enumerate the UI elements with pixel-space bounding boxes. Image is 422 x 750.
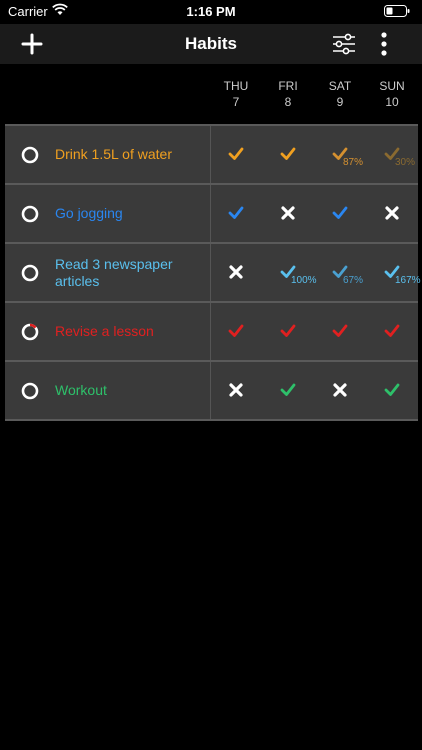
day-cell[interactable] (210, 244, 262, 301)
habit-row[interactable]: Go jogging (5, 185, 418, 244)
check-icon (280, 324, 296, 337)
cross-icon (333, 383, 347, 397)
cross-icon (385, 206, 399, 220)
habits-table: Drink 1.5L of water 87% 30% Go jogging Read … (5, 124, 421, 421)
habit-progress-ring-icon (21, 323, 39, 341)
habit-row[interactable]: Read 3 newspaper articles 100% 67% 167% (5, 244, 421, 303)
more-vertical-icon (381, 32, 387, 56)
day-cell[interactable]: 30% (366, 126, 418, 183)
day-header-thu: THU 7 (223, 79, 249, 109)
day-cell[interactable]: 100% (262, 244, 317, 301)
day-cell[interactable] (366, 185, 418, 242)
habit-progress-ring-icon (21, 146, 39, 164)
status-time: 1:16 PM (186, 4, 236, 19)
check-icon (228, 324, 244, 337)
battery-icon (384, 5, 410, 17)
habit-progress-ring-icon (21, 205, 39, 223)
day-cell[interactable] (366, 303, 418, 360)
page-title: Habits (185, 34, 237, 53)
habit-name: Go jogging (55, 205, 123, 221)
nav-bar: Habits (0, 24, 422, 64)
check-icon (228, 206, 244, 219)
day-cell[interactable] (210, 126, 262, 183)
check-icon (280, 147, 296, 160)
more-options-button[interactable] (374, 30, 394, 58)
status-bar: Carrier 1:16 PM (0, 0, 422, 24)
day-cell[interactable] (314, 185, 366, 242)
completion-percent: 30% (395, 157, 416, 168)
completion-percent: 100% (291, 275, 317, 286)
check-icon (332, 206, 348, 219)
check-icon (384, 383, 400, 396)
habit-name: Workout (55, 382, 107, 398)
day-cell[interactable]: 87% (314, 126, 366, 183)
day-cell[interactable] (262, 362, 314, 419)
day-cell[interactable] (210, 185, 262, 242)
habit-progress-ring-icon (21, 264, 39, 282)
day-cell[interactable] (262, 303, 314, 360)
day-header-sat: SAT 9 (328, 79, 352, 109)
day-cell[interactable] (366, 362, 418, 419)
completion-percent: 87% (343, 157, 364, 168)
day-cell[interactable] (262, 126, 314, 183)
habit-row[interactable]: Drink 1.5L of water 87% 30% (5, 124, 418, 185)
day-cell[interactable]: 67% (314, 244, 366, 301)
habit-row[interactable]: Revise a lesson (5, 303, 418, 362)
day-cell[interactable] (314, 362, 366, 419)
day-header-fri: FRI 8 (278, 79, 298, 109)
cross-icon (229, 383, 243, 397)
check-icon (384, 324, 400, 337)
sliders-icon (333, 33, 355, 55)
day-cell[interactable]: 167% (366, 244, 421, 301)
day-cell[interactable] (210, 303, 262, 360)
day-cell[interactable] (314, 303, 366, 360)
check-icon (332, 324, 348, 337)
habit-row[interactable]: Workout (5, 362, 418, 421)
habit-progress-ring-icon (21, 382, 39, 400)
habit-name: Read 3 newspaper articles (55, 255, 173, 289)
check-icon (228, 147, 244, 160)
check-icon (280, 383, 296, 396)
habit-name: Drink 1.5L of water (55, 146, 172, 162)
filter-button[interactable] (330, 30, 358, 58)
day-cell[interactable] (262, 185, 314, 242)
day-cell[interactable] (210, 362, 262, 419)
day-header-sun: SUN 10 (379, 79, 405, 109)
completion-percent: 67% (343, 275, 364, 286)
cross-icon (281, 206, 295, 220)
completion-percent: 167% (395, 275, 421, 286)
habit-name: Revise a lesson (55, 323, 154, 339)
cross-icon (229, 265, 243, 279)
